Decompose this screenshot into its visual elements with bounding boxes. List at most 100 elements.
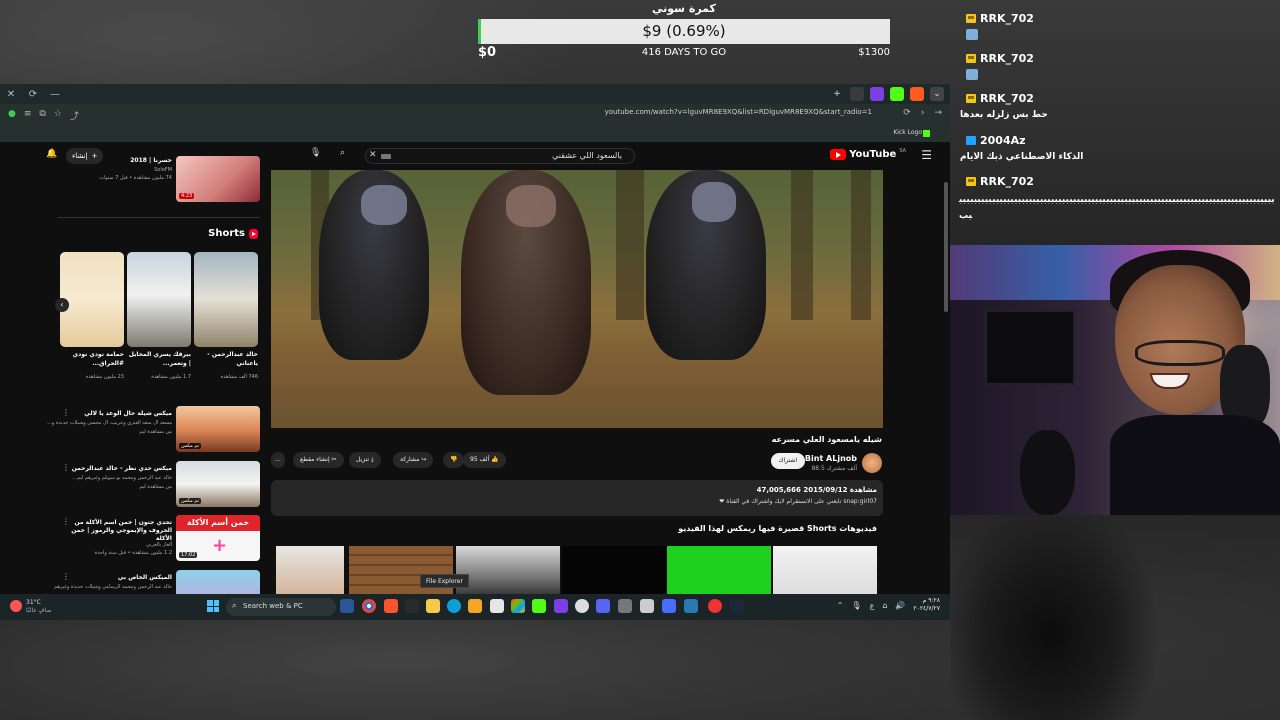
dislike-button[interactable]: 👎 <box>443 452 465 468</box>
more-actions-button[interactable]: ... <box>271 452 285 468</box>
video-meta: خالد عبد الرحمن ومحمد بو سويلم وغيرهم لي… <box>72 475 172 481</box>
microphone-icon[interactable]: 🎙 <box>851 601 861 610</box>
clock[interactable]: ٩:٢٨ م ٢٠٢٤/٧/٢٧ <box>913 597 940 613</box>
youtube-logo[interactable]: YouTube SA <box>830 148 906 160</box>
volume-icon[interactable]: 🔊 <box>895 601 905 610</box>
remix-thumbnail[interactable] <box>562 546 666 596</box>
video-thumbnail[interactable]: تم مكس <box>176 461 260 507</box>
app-icon[interactable] <box>554 599 568 613</box>
app-icon[interactable] <box>684 599 698 613</box>
chevron-down-icon[interactable]: ⌄ <box>930 87 944 101</box>
chrome-icon[interactable] <box>362 599 376 613</box>
settings-gear-icon[interactable] <box>618 599 632 613</box>
forward-icon[interactable]: › <box>921 108 925 118</box>
tabs-icon[interactable]: ≡ <box>24 109 32 122</box>
video-thumbnail[interactable]: تم مكس <box>176 406 260 452</box>
chat-username[interactable]: RRK_702 <box>966 92 1034 105</box>
like-button[interactable]: 95 ألف 👍 <box>463 452 506 468</box>
bookmark-star-icon[interactable]: ☆ <box>54 109 62 122</box>
more-options-icon[interactable]: ⋮ <box>62 463 70 472</box>
short-card[interactable] <box>194 252 258 347</box>
remix-thumbnail[interactable] <box>456 546 560 596</box>
app-icon[interactable] <box>640 599 654 613</box>
clear-search-icon[interactable]: ✕ <box>369 150 377 160</box>
steam-icon[interactable] <box>730 599 744 613</box>
app-icon[interactable] <box>405 599 419 613</box>
page-scrollbar[interactable] <box>944 182 948 312</box>
network-icon[interactable]: ⌂ <box>882 601 887 610</box>
vpn-icon[interactable]: ● <box>8 109 16 122</box>
back-icon[interactable]: → <box>934 108 942 118</box>
extension-icon[interactable] <box>850 87 864 101</box>
chat-username-text: RRK_702 <box>980 12 1034 25</box>
create-button[interactable]: إنشاء + <box>66 148 104 164</box>
more-options-icon[interactable]: ⋮ <box>62 572 70 581</box>
video-title[interactable]: تحدي جنون | خمن اسم الأكلة من الحروف وال… <box>57 519 172 543</box>
short-title[interactable]: حمامة نودي نودي #الحراق... <box>60 350 124 368</box>
edge-icon[interactable] <box>447 599 461 613</box>
minimize-window-button[interactable]: — <box>44 89 66 100</box>
video-thumbnail[interactable]: 4:23 <box>176 156 260 202</box>
search-input[interactable]: يالسعود اللي عشقني ✕ <box>365 148 635 164</box>
discord-icon[interactable] <box>596 599 610 613</box>
file-explorer-icon[interactable] <box>426 599 440 613</box>
calendar-icon[interactable] <box>490 599 504 613</box>
chevron-up-icon[interactable]: ⌃ <box>837 601 844 610</box>
video-thumbnail[interactable]: خمن أسم الأكلة + 17:02 <box>176 515 260 561</box>
video-title[interactable]: الميكس الخاص بي <box>118 574 172 581</box>
search-icon[interactable]: ⌕ <box>340 148 345 158</box>
kick-icon[interactable] <box>532 599 546 613</box>
keyboard-icon[interactable] <box>381 154 391 159</box>
video-player[interactable] <box>271 170 883 428</box>
share-icon[interactable]: ⤴ <box>70 109 79 122</box>
clip-button[interactable]: إنشاء مقطع ✂ <box>293 452 344 468</box>
bookmark-kick-logo[interactable]: Kick Logo <box>893 129 922 136</box>
kick-extension-icon[interactable] <box>890 87 904 101</box>
refresh-icon[interactable]: ⟳ <box>22 89 44 100</box>
copy-icon[interactable]: ⧉ <box>39 109 45 122</box>
extension-icon[interactable] <box>910 87 924 101</box>
video-title[interactable]: ميكس حدي نطر - خالد عبدالرحمن <box>72 465 172 472</box>
task-view-icon[interactable] <box>340 599 354 613</box>
short-title[interactable]: بيرقك يسري المخايل | وتعمر... <box>127 350 191 368</box>
close-window-button[interactable]: ✕ <box>0 89 22 100</box>
url-field[interactable]: youtube.com/watch?v=lguvMR8E9XQ&list=RDl… <box>605 108 872 116</box>
chevron-left-icon[interactable]: ‹ <box>55 298 69 312</box>
app-icon[interactable] <box>662 599 676 613</box>
obs-icon[interactable] <box>575 599 589 613</box>
remix-thumbnail[interactable] <box>667 546 771 596</box>
start-button[interactable] <box>207 600 219 612</box>
description-box[interactable]: 47,005,666 مشاهدة 2015/09/12 snap:girl07… <box>271 480 883 516</box>
chat-username[interactable]: RRK_702 <box>966 12 1034 25</box>
office-icon[interactable] <box>511 599 525 613</box>
remix-thumbnail[interactable] <box>773 546 877 596</box>
remix-thumbnail[interactable] <box>276 546 344 596</box>
remix-thumbnail[interactable] <box>349 546 453 596</box>
app-icon[interactable] <box>468 599 482 613</box>
chat-username[interactable]: RRK_702 <box>966 52 1034 65</box>
more-options-icon[interactable]: ⋮ <box>62 517 70 526</box>
chat-username[interactable]: 2004Az <box>966 134 1026 147</box>
language-indicator[interactable]: ع <box>870 601 875 610</box>
short-card[interactable] <box>127 252 191 347</box>
channel-name[interactable]: ألغاز بالعربي <box>146 542 172 548</box>
short-title[interactable]: خالد عبدالرحمن - ياعناني <box>194 350 258 368</box>
download-button[interactable]: تنزيل ⤓ <box>349 452 381 468</box>
hamburger-menu-icon[interactable]: ☰ <box>921 148 932 162</box>
description-stats: 47,005,666 مشاهدة 2015/09/12 <box>756 486 877 494</box>
taskbar-search[interactable]: ⌕ Search web & PC <box>226 598 336 616</box>
video-title[interactable]: ميكس شيلة حال الوعد يا لالي <box>84 410 172 417</box>
extension-icon[interactable] <box>870 87 884 101</box>
app-icon[interactable] <box>708 599 722 613</box>
brave-icon[interactable] <box>384 599 398 613</box>
new-tab-button[interactable]: + <box>830 87 844 101</box>
notifications-bell-icon[interactable]: 🔔 <box>46 149 57 159</box>
chat-username[interactable]: RRK_702 <box>966 175 1034 188</box>
microphone-icon[interactable]: 🎙 <box>310 148 321 158</box>
more-options-icon[interactable]: ⋮ <box>62 408 70 417</box>
share-button[interactable]: مشاركة ↪ <box>393 452 434 468</box>
channel-name[interactable]: SoloFM <box>154 167 172 173</box>
video-title[interactable]: خسرنا | 2018 <box>130 157 172 164</box>
short-card[interactable] <box>60 252 124 347</box>
reload-icon[interactable]: ⟳ <box>903 108 911 118</box>
